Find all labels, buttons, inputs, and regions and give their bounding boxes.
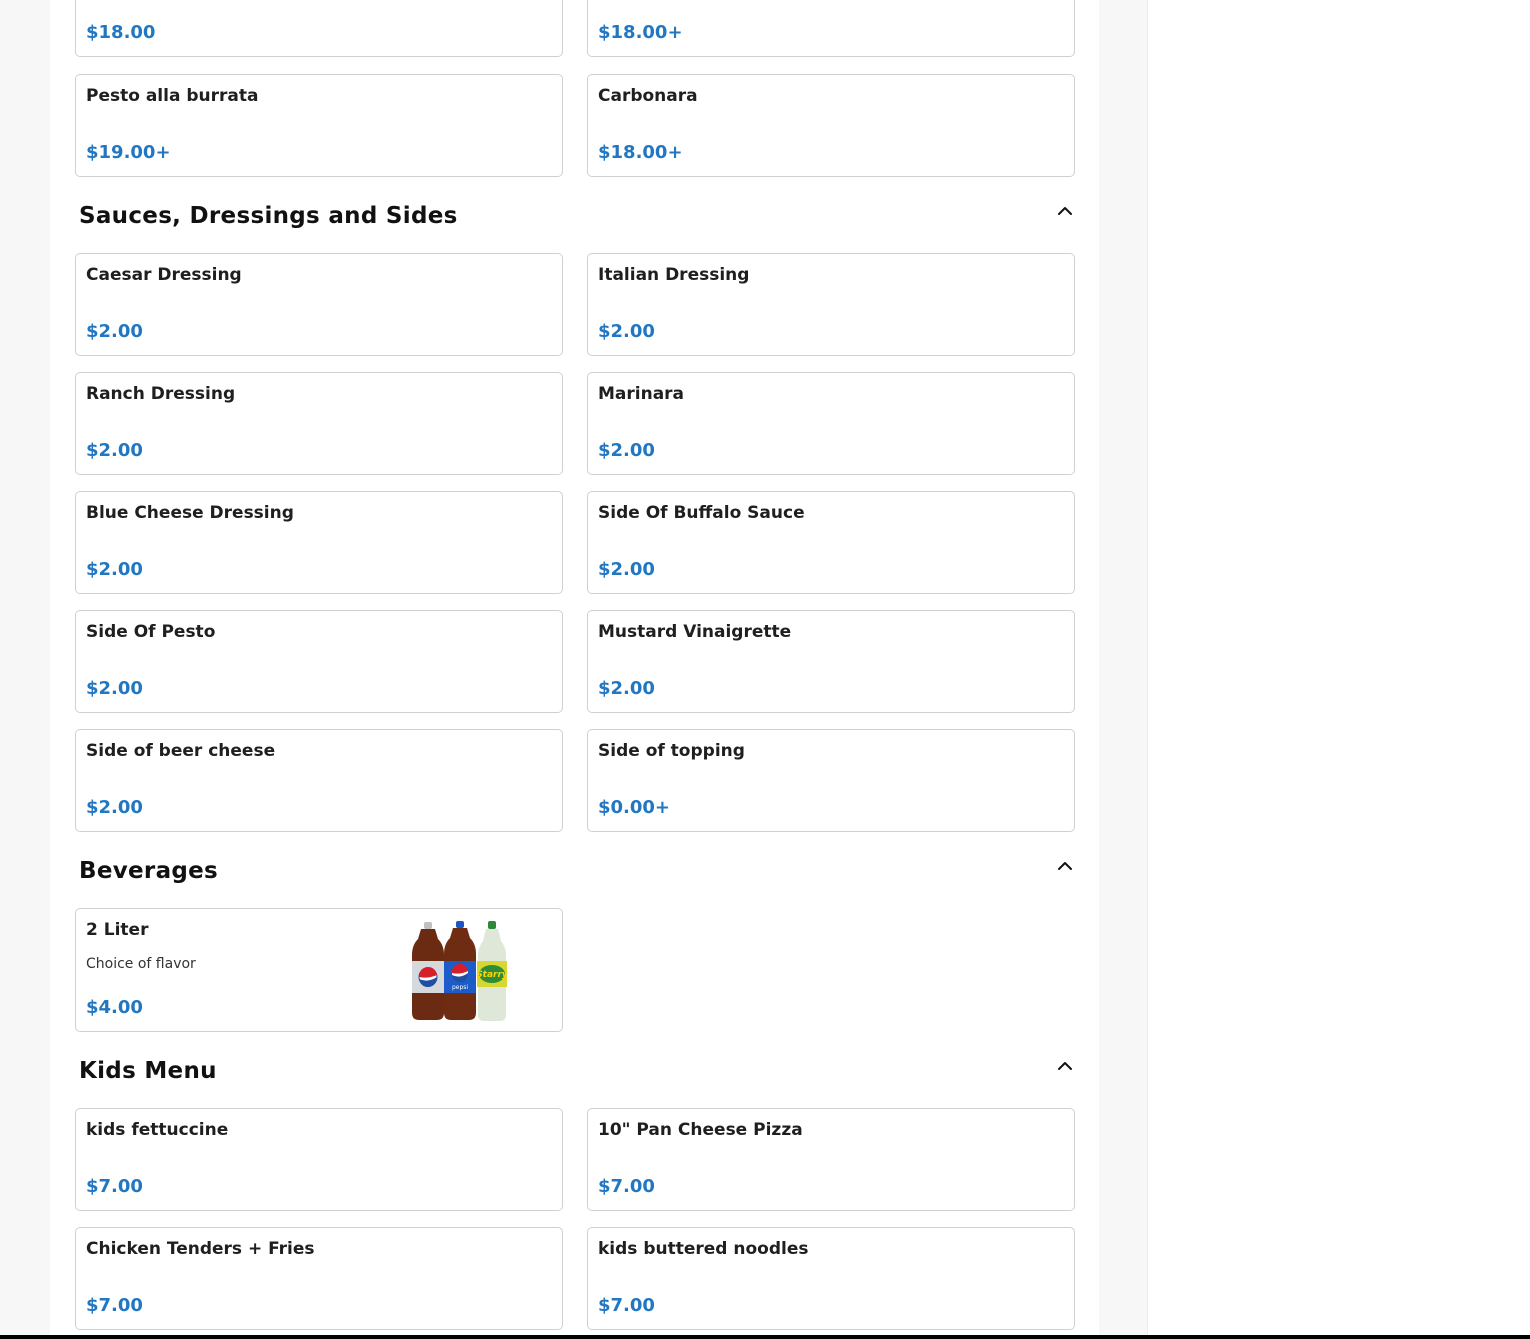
chevron-up-icon — [1058, 1062, 1072, 1070]
item-price: $2.00 — [86, 440, 143, 461]
item-name: Blue Cheese Dressing — [86, 503, 294, 523]
menu-item-card[interactable]: Pesto alla burrata $19.00+ — [75, 74, 563, 177]
section-title-kids-menu: Kids Menu — [79, 1058, 217, 1084]
item-price: $7.00 — [86, 1295, 143, 1316]
item-price: $2.00 — [598, 678, 655, 699]
menu-item-card[interactable]: Side of topping $0.00+ — [587, 729, 1075, 832]
item-name: Side of topping — [598, 741, 745, 761]
item-price: $2.00 — [598, 321, 655, 342]
item-name: 10" Pan Cheese Pizza — [598, 1120, 803, 1140]
section-title-sauces: Sauces, Dressings and Sides — [79, 203, 458, 229]
item-name: Marinara — [598, 384, 685, 404]
menu-item-card[interactable]: Italian Dressing $2.00 — [587, 253, 1075, 356]
item-name: Side Of Pesto — [86, 622, 216, 642]
item-name: Chicken Tenders + Fries — [86, 1239, 315, 1259]
chevron-up-icon — [1058, 862, 1072, 870]
menu-page: $18.00 $18.00+ Pesto alla burrata $19.00… — [0, 0, 1530, 1339]
collapse-section-button[interactable] — [1054, 202, 1076, 220]
menu-item-card[interactable]: 2 Liter Choice of flavor $4.00 Starry pe… — [75, 908, 563, 1032]
menu-item-card[interactable]: Mustard Vinaigrette $2.00 — [587, 610, 1075, 713]
menu-item-card[interactable]: $18.00+ — [587, 0, 1075, 57]
item-name: Side of beer cheese — [86, 741, 276, 761]
chevron-up-icon — [1058, 207, 1072, 215]
item-price: $2.00 — [598, 559, 655, 580]
collapse-section-button[interactable] — [1054, 1057, 1076, 1075]
menu-item-card[interactable]: Side Of Buffalo Sauce $2.00 — [587, 491, 1075, 594]
menu-item-card[interactable]: Caesar Dressing $2.00 — [75, 253, 563, 356]
svg-text:pepsi: pepsi — [452, 984, 468, 991]
menu-item-card[interactable]: Blue Cheese Dressing $2.00 — [75, 491, 563, 594]
cart-sidebar — [1147, 0, 1530, 1339]
item-price: $7.00 — [598, 1176, 655, 1197]
menu-item-card[interactable]: 10" Pan Cheese Pizza $7.00 — [587, 1108, 1075, 1211]
soda-bottles-image: Starry pepsi — [412, 921, 509, 1021]
item-name: Ranch Dressing — [86, 384, 236, 404]
menu-item-card[interactable]: Chicken Tenders + Fries $7.00 — [75, 1227, 563, 1330]
svg-text:Starry: Starry — [476, 970, 509, 980]
item-name: Italian Dressing — [598, 265, 750, 285]
item-name: Pesto alla burrata — [86, 86, 259, 106]
item-price: $2.00 — [86, 678, 143, 699]
item-name: Carbonara — [598, 86, 698, 106]
item-name: kids fettuccine — [86, 1120, 229, 1140]
item-price: $2.00 — [86, 321, 143, 342]
item-price: $18.00 — [86, 22, 156, 43]
item-name: Mustard Vinaigrette — [598, 622, 792, 642]
item-price: $18.00+ — [598, 142, 683, 163]
item-price: $19.00+ — [86, 142, 171, 163]
collapse-section-button[interactable] — [1054, 857, 1076, 875]
item-price: $7.00 — [598, 1295, 655, 1316]
item-name: 2 Liter — [86, 920, 149, 940]
item-price: $4.00 — [86, 997, 143, 1018]
item-price: $0.00+ — [598, 797, 671, 818]
section-title-beverages: Beverages — [79, 858, 219, 884]
item-price: $2.00 — [598, 440, 655, 461]
item-description: Choice of flavor — [86, 956, 196, 972]
menu-item-card[interactable]: Side Of Pesto $2.00 — [75, 610, 563, 713]
menu-item-card[interactable]: Side of beer cheese $2.00 — [75, 729, 563, 832]
menu-item-card[interactable]: Ranch Dressing $2.00 — [75, 372, 563, 475]
item-price: $2.00 — [86, 559, 143, 580]
menu-item-card[interactable]: $18.00 — [75, 0, 563, 57]
menu-item-card[interactable]: Marinara $2.00 — [587, 372, 1075, 475]
item-price: $7.00 — [86, 1176, 143, 1197]
menu-item-card[interactable]: kids buttered noodles $7.00 — [587, 1227, 1075, 1330]
menu-item-card[interactable]: kids fettuccine $7.00 — [75, 1108, 563, 1211]
bottom-border — [0, 1335, 1530, 1339]
item-name: kids buttered noodles — [598, 1239, 809, 1259]
item-name: Caesar Dressing — [86, 265, 242, 285]
item-name: Side Of Buffalo Sauce — [598, 503, 805, 523]
item-price: $2.00 — [86, 797, 143, 818]
item-price: $18.00+ — [598, 22, 683, 43]
menu-item-card[interactable]: Carbonara $18.00+ — [587, 74, 1075, 177]
